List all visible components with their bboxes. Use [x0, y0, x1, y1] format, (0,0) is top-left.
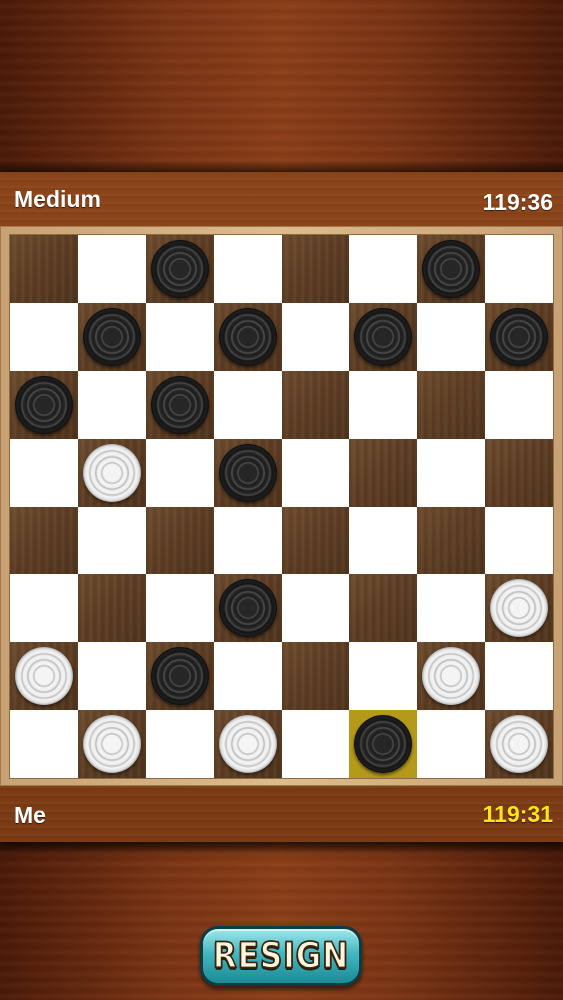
player-status-bar: Me 119:31	[0, 786, 563, 842]
board-square[interactable]	[145, 302, 214, 371]
board-square[interactable]	[10, 506, 78, 575]
board-square[interactable]	[145, 438, 214, 507]
board-square[interactable]	[281, 370, 350, 439]
board-square[interactable]	[281, 302, 350, 371]
board-square[interactable]	[281, 506, 350, 575]
panel-shadow-bottom	[0, 842, 563, 856]
board-square[interactable]	[281, 574, 350, 643]
board-square[interactable]	[213, 235, 282, 303]
board-square[interactable]	[349, 235, 418, 303]
board-square[interactable]	[485, 574, 553, 643]
black-checker-piece[interactable]	[422, 239, 481, 298]
board-square[interactable]	[77, 235, 146, 303]
white-checker-piece[interactable]	[82, 443, 141, 502]
board-square[interactable]	[485, 235, 553, 303]
white-checker-piece[interactable]	[490, 715, 549, 774]
black-checker-piece[interactable]	[218, 307, 277, 366]
opponent-timer: 119:36	[482, 189, 553, 215]
board-square[interactable]	[281, 642, 350, 711]
board-square[interactable]	[77, 438, 146, 507]
board-square[interactable]	[349, 574, 418, 643]
board-square[interactable]	[145, 642, 214, 711]
white-checker-piece[interactable]	[490, 579, 549, 638]
board-square[interactable]	[77, 370, 146, 439]
board-square[interactable]	[485, 710, 553, 778]
board-square[interactable]	[417, 370, 486, 439]
board-square[interactable]	[485, 506, 553, 575]
board-square[interactable]	[10, 642, 78, 711]
board-square[interactable]	[281, 235, 350, 303]
board-square[interactable]	[213, 642, 282, 711]
white-checker-piece[interactable]	[218, 715, 277, 774]
table-background-top	[0, 0, 563, 172]
board-square[interactable]	[77, 302, 146, 371]
black-checker-piece[interactable]	[150, 239, 209, 298]
board-square[interactable]	[485, 438, 553, 507]
board-square[interactable]	[485, 370, 553, 439]
board-square[interactable]	[10, 370, 78, 439]
board-square[interactable]	[281, 438, 350, 507]
opponent-status-bar: Medium 119:36	[0, 172, 563, 228]
white-checker-piece[interactable]	[82, 715, 141, 774]
black-checker-piece[interactable]	[14, 375, 73, 434]
black-checker-piece[interactable]	[82, 307, 141, 366]
board-square[interactable]	[417, 710, 486, 778]
board-square[interactable]	[77, 710, 146, 778]
white-checker-piece[interactable]	[422, 647, 481, 706]
board-square[interactable]	[213, 302, 282, 371]
board-square[interactable]	[10, 438, 78, 507]
board-square[interactable]	[349, 302, 418, 371]
board-square[interactable]	[10, 302, 78, 371]
board-square[interactable]	[77, 574, 146, 643]
board-square[interactable]	[77, 642, 146, 711]
board-square[interactable]	[77, 506, 146, 575]
checkers-board[interactable]	[10, 235, 553, 778]
board-square[interactable]	[213, 506, 282, 575]
board-square[interactable]	[349, 370, 418, 439]
board-square[interactable]	[485, 642, 553, 711]
board-square[interactable]	[417, 302, 486, 371]
opponent-name: Medium	[14, 186, 101, 212]
board-square[interactable]	[213, 574, 282, 643]
board-square[interactable]	[417, 506, 486, 575]
board-square[interactable]	[10, 574, 78, 643]
player-name: Me	[14, 802, 46, 828]
board-square[interactable]	[349, 710, 418, 778]
board-square[interactable]	[349, 506, 418, 575]
board-square[interactable]	[417, 642, 486, 711]
board-square[interactable]	[145, 710, 214, 778]
board-square[interactable]	[281, 710, 350, 778]
board-square[interactable]	[213, 710, 282, 778]
board-square[interactable]	[10, 235, 78, 303]
board-square[interactable]	[485, 302, 553, 371]
board-square[interactable]	[10, 710, 78, 778]
black-checker-piece[interactable]	[150, 647, 209, 706]
board-square[interactable]	[213, 438, 282, 507]
black-checker-piece[interactable]	[354, 715, 413, 774]
black-checker-piece[interactable]	[218, 443, 277, 502]
white-checker-piece[interactable]	[14, 647, 73, 706]
board-square[interactable]	[145, 506, 214, 575]
player-timer: 119:31	[482, 801, 553, 827]
board-square[interactable]	[417, 574, 486, 643]
black-checker-piece[interactable]	[354, 307, 413, 366]
board-square[interactable]	[349, 642, 418, 711]
resign-button[interactable]: RESIGN	[200, 926, 362, 986]
board-square[interactable]	[145, 574, 214, 643]
black-checker-piece[interactable]	[490, 307, 549, 366]
board-square[interactable]	[417, 438, 486, 507]
board-square[interactable]	[213, 370, 282, 439]
black-checker-piece[interactable]	[150, 375, 209, 434]
board-square[interactable]	[349, 438, 418, 507]
board-square[interactable]	[145, 235, 214, 303]
resign-button-label: RESIGN	[212, 934, 350, 977]
black-checker-piece[interactable]	[218, 579, 277, 638]
board-square[interactable]	[417, 235, 486, 303]
board-square[interactable]	[145, 370, 214, 439]
